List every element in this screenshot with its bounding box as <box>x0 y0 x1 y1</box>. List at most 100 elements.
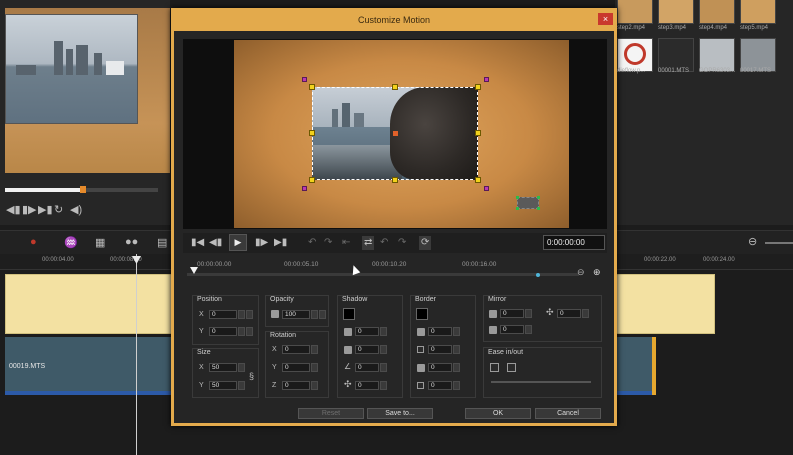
library-thumb[interactable] <box>658 38 694 72</box>
zoom-slider[interactable] <box>765 242 793 244</box>
player-scrubber-handle[interactable] <box>80 186 86 193</box>
smart-icon[interactable]: ⟳ <box>419 236 432 250</box>
distort-handle[interactable] <box>484 186 489 191</box>
reverse-keyframe-icon[interactable]: ⇤ <box>342 236 350 250</box>
move-right-icon[interactable]: ↷ <box>398 236 406 250</box>
library-thumb[interactable] <box>617 0 653 24</box>
timecode-field[interactable]: 0:00:00:00 <box>543 235 605 250</box>
resize-handle[interactable] <box>309 84 315 90</box>
mirror-fade-input[interactable]: 0 <box>500 325 524 334</box>
move-left-icon[interactable]: ↶ <box>380 236 388 250</box>
link-icon[interactable]: § <box>249 371 254 381</box>
shadow-color-swatch[interactable] <box>343 308 355 320</box>
resize-handle[interactable] <box>392 84 398 90</box>
resize-handle[interactable] <box>475 84 481 90</box>
size-y-spinner[interactable] <box>238 381 245 390</box>
close-icon[interactable]: × <box>598 13 613 25</box>
auto-music-icon[interactable]: ▦ <box>95 236 105 249</box>
resize-handle[interactable] <box>309 177 315 183</box>
shadow-opacity-spinner[interactable] <box>380 327 387 336</box>
library-thumb[interactable] <box>699 38 735 72</box>
timeline-playhead[interactable] <box>136 254 137 455</box>
distort-handle[interactable] <box>302 77 307 82</box>
navigator-thumbnail[interactable] <box>516 196 540 210</box>
resize-handle[interactable] <box>475 130 481 136</box>
border-blur-spinner[interactable] <box>453 363 460 372</box>
library-thumb[interactable] <box>658 0 694 24</box>
remove-keyframe-icon[interactable]: ↷ <box>324 236 332 250</box>
shadow-blur-spinner[interactable] <box>380 345 387 354</box>
rotation-x-spinner[interactable] <box>311 345 318 354</box>
library-thumb[interactable] <box>740 0 776 24</box>
size-x-input[interactable]: 50 <box>209 363 237 372</box>
position-x-input[interactable]: 0 <box>209 310 237 319</box>
play-button[interactable]: ▶ <box>229 234 247 251</box>
border-width-spinner[interactable] <box>453 345 460 354</box>
library-thumb[interactable] <box>617 38 653 72</box>
rotation-y-spinner[interactable] <box>311 363 318 372</box>
border-color-swatch[interactable] <box>416 308 428 320</box>
resize-handle[interactable] <box>392 177 398 183</box>
shadow-distance-spinner[interactable] <box>380 381 387 390</box>
add-keyframe-icon[interactable]: ↶ <box>308 236 316 250</box>
motion-icon[interactable]: ●● <box>125 236 138 248</box>
border-radius-input[interactable]: 0 <box>428 381 452 390</box>
ease-out-icon[interactable] <box>507 363 516 372</box>
border-radius-spinner[interactable] <box>453 381 460 390</box>
ease-slider[interactable] <box>491 381 591 383</box>
shadow-distance-input[interactable]: 0 <box>355 381 379 390</box>
size-x-spinner[interactable] <box>238 363 245 372</box>
rotation-z-input[interactable]: 0 <box>282 381 310 390</box>
previous-frame-icon[interactable]: ◀▮ <box>209 236 222 250</box>
title-icon[interactable]: ▤ <box>157 236 167 249</box>
center-handle[interactable] <box>393 131 398 136</box>
opacity-menu[interactable] <box>319 310 326 319</box>
position-x-spinner[interactable] <box>238 310 245 319</box>
go-to-end-icon[interactable]: ▶▮ <box>274 236 287 250</box>
next-frame-icon[interactable]: ▮▶ <box>255 236 268 250</box>
record-icon[interactable]: ● <box>30 236 37 248</box>
border-blur-input[interactable]: 0 <box>428 363 452 372</box>
reset-button[interactable]: Reset <box>298 408 364 419</box>
position-y-input[interactable]: 0 <box>209 327 237 336</box>
clip-end-marker[interactable] <box>652 337 656 395</box>
ease-in-icon[interactable] <box>490 363 499 372</box>
size-y-input[interactable]: 50 <box>209 381 237 390</box>
shadow-blur-input[interactable]: 0 <box>355 345 379 354</box>
distort-handle[interactable] <box>302 186 307 191</box>
prev-frame-icon[interactable]: ◀▮ <box>6 203 21 216</box>
audio-mix-icon[interactable]: ♒ <box>64 236 78 249</box>
mirror-fade-spinner[interactable] <box>525 325 532 334</box>
save-to-button[interactable]: Save to... <box>367 408 433 419</box>
rotation-x-input[interactable]: 0 <box>282 345 310 354</box>
repeat-icon[interactable]: ↻ <box>54 203 63 216</box>
ok-button[interactable]: OK <box>465 408 531 419</box>
mirror-distance-spinner[interactable] <box>582 309 589 318</box>
position-y-menu[interactable] <box>246 327 253 336</box>
rotation-y-input[interactable]: 0 <box>282 363 310 372</box>
border-opacity-input[interactable]: 0 <box>428 327 452 336</box>
swap-icon[interactable]: ⇄ <box>362 236 375 250</box>
cancel-button[interactable]: Cancel <box>535 408 601 419</box>
resize-handle[interactable] <box>475 177 481 183</box>
zoom-out-icon[interactable]: ⊖ <box>748 235 757 248</box>
volume-icon[interactable]: ◀) <box>70 203 82 216</box>
library-thumb[interactable] <box>699 0 735 24</box>
zoom-out-icon[interactable]: ⊖ <box>577 267 585 278</box>
position-x-menu[interactable] <box>246 310 253 319</box>
opacity-spinner[interactable] <box>311 310 318 319</box>
library-thumb[interactable] <box>740 38 776 72</box>
border-width-input[interactable]: 0 <box>428 345 452 354</box>
keyframe-marker[interactable] <box>536 273 540 277</box>
zoom-in-icon[interactable]: ⊕ <box>593 267 601 278</box>
resize-handle[interactable] <box>309 130 315 136</box>
position-y-spinner[interactable] <box>238 327 245 336</box>
keyframe-track[interactable] <box>187 273 579 276</box>
end-icon[interactable]: ▶▮ <box>38 203 53 216</box>
shadow-opacity-input[interactable]: 0 <box>355 327 379 336</box>
go-to-start-icon[interactable]: ▮◀ <box>191 236 204 250</box>
mirror-opacity-input[interactable]: 0 <box>500 309 524 318</box>
border-opacity-spinner[interactable] <box>453 327 460 336</box>
shadow-angle-input[interactable]: 0 <box>355 363 379 372</box>
opacity-input[interactable]: 100 <box>282 310 310 319</box>
